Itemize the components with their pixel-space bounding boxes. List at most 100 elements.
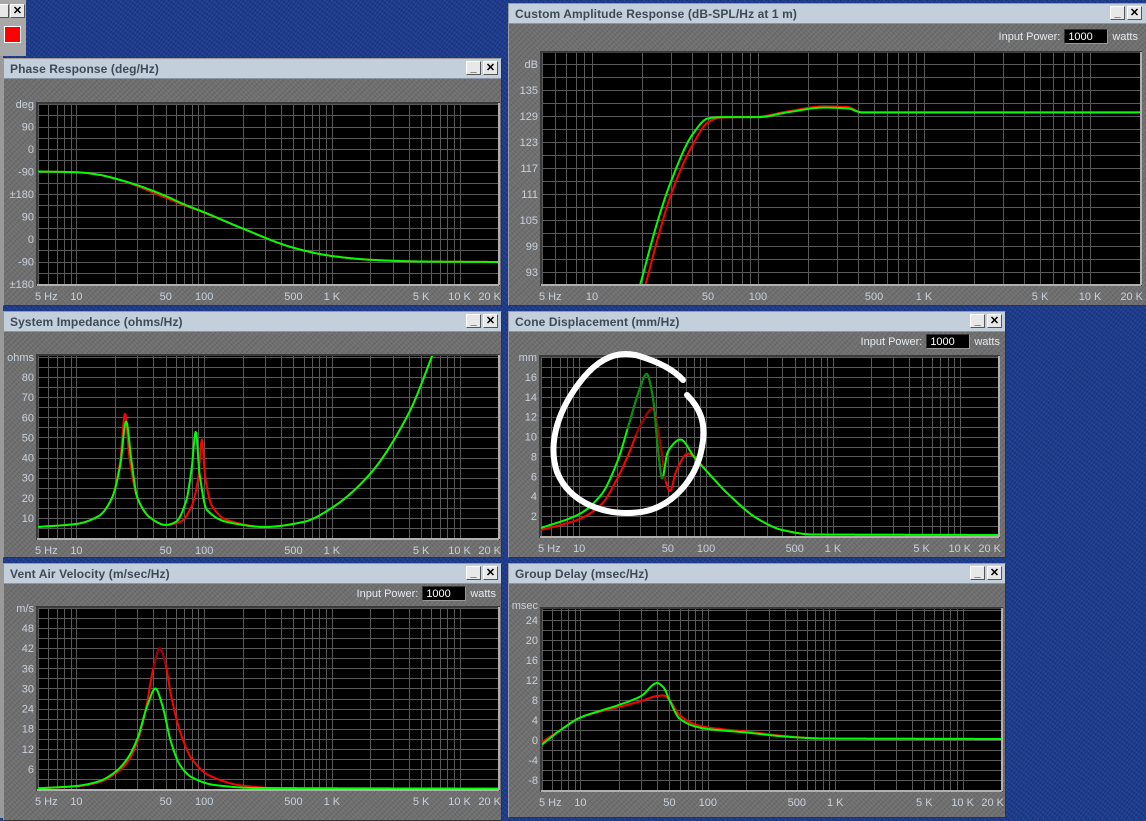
x-tick-label: 5 Hz bbox=[538, 543, 561, 555]
y-tick-label: 90 bbox=[22, 212, 34, 224]
x-tick-label: 100 bbox=[195, 291, 213, 303]
x-tick-label: 20 K bbox=[478, 291, 501, 303]
x-tick-label: 20 K bbox=[478, 545, 501, 557]
y-tick-label: -90 bbox=[18, 257, 34, 269]
y-tick-label: 105 bbox=[520, 215, 538, 227]
close-button[interactable]: ✕ bbox=[1127, 6, 1142, 20]
x-tick-label: 500 bbox=[788, 797, 806, 809]
y-tick-label: 30 bbox=[22, 473, 34, 485]
input-power-field[interactable]: 1000 bbox=[1064, 29, 1109, 44]
close-button[interactable]: ✕ bbox=[483, 566, 498, 580]
input-power-field[interactable]: 1000 bbox=[422, 586, 467, 601]
x-tick-label: 5 K bbox=[913, 543, 930, 555]
x-tick-label: 1 K bbox=[825, 543, 842, 555]
gd-window: Group Delay (msec/Hz) _ ✕ msec 24 20 16 12 8 4… bbox=[508, 563, 1006, 818]
x-tick-label: 100 bbox=[749, 291, 767, 303]
x-tick-label: 50 bbox=[662, 543, 674, 555]
input-power-unit: watts bbox=[974, 335, 1000, 348]
x-tick-label: 1 K bbox=[324, 291, 341, 303]
red-color-swatch[interactable] bbox=[4, 26, 21, 43]
x-tick-label: 5 Hz bbox=[35, 545, 58, 557]
input-power-label: Input Power: bbox=[356, 587, 419, 600]
y-tick-label: 24 bbox=[22, 704, 34, 716]
x-tick-label: 5 K bbox=[413, 796, 430, 808]
title-bar[interactable]: Phase Response (deg/Hz) _ ✕ bbox=[4, 59, 501, 79]
x-tick-label: 10 K bbox=[1079, 291, 1102, 303]
y-tick-label: 18 bbox=[22, 724, 34, 736]
close-button[interactable]: ✕ bbox=[987, 314, 1002, 328]
x-tick-label: 1 K bbox=[324, 545, 341, 557]
maximize-button[interactable] bbox=[0, 4, 9, 18]
x-tick-label: 1 K bbox=[324, 796, 341, 808]
amp-chart: dB 135 129 123 117 111 105 99 935 Hz 10 50 100 500 1 … bbox=[520, 51, 1144, 303]
amp-window: Custom Amplitude Response (dB-SPL/Hz at … bbox=[508, 3, 1146, 306]
x-tick-label: 1 K bbox=[827, 797, 844, 809]
x-tick-label: 20 K bbox=[981, 797, 1004, 809]
y-tick-label: dB bbox=[525, 59, 538, 71]
vent-chart: m/s 48 42 36 30 24 18 12 6 5 Hz 10 50 100 500 1 K 5 K 10… bbox=[16, 603, 501, 808]
plot-area bbox=[542, 609, 1001, 790]
y-tick-label: 12 bbox=[526, 675, 538, 687]
x-tick-label: 20 K bbox=[978, 543, 1001, 555]
x-tick-label: 10 K bbox=[448, 545, 471, 557]
y-tick-label: 40 bbox=[22, 453, 34, 465]
y-tick-label: 30 bbox=[22, 683, 34, 695]
title-bar[interactable]: Group Delay (msec/Hz) _ ✕ bbox=[509, 564, 1005, 584]
input-power-label: Input Power: bbox=[860, 335, 923, 348]
minimize-button[interactable]: _ bbox=[466, 566, 481, 580]
x-tick-label: 5 Hz bbox=[539, 291, 562, 303]
x-tick-label: 100 bbox=[195, 796, 213, 808]
x-tick-label: 5 K bbox=[413, 291, 430, 303]
y-tick-label: -4 bbox=[528, 755, 538, 767]
x-tick-label: 20 K bbox=[1120, 291, 1143, 303]
title-bar[interactable]: System Impedance (ohms/Hz) _ ✕ bbox=[4, 312, 501, 332]
x-tick-label: 500 bbox=[865, 291, 883, 303]
close-button[interactable]: ✕ bbox=[483, 314, 498, 328]
y-tick-label: 6 bbox=[28, 764, 34, 776]
title-bar[interactable]: Cone Displacement (mm/Hz) _ ✕ bbox=[509, 312, 1005, 332]
y-tick-label: 111 bbox=[521, 189, 538, 201]
close-button[interactable]: ✕ bbox=[483, 61, 498, 75]
input-power-field[interactable]: 1000 bbox=[926, 334, 971, 349]
minimize-button[interactable]: _ bbox=[970, 314, 985, 328]
y-tick-label: 50 bbox=[22, 432, 34, 444]
y-tick-label: ohms bbox=[7, 352, 34, 364]
x-tick-label: 10 bbox=[586, 291, 598, 303]
close-button[interactable]: ✕ bbox=[987, 566, 1002, 580]
y-tick-label: 117 bbox=[520, 163, 538, 175]
y-tick-label: 2 bbox=[531, 511, 537, 523]
x-tick-label: 10 K bbox=[948, 543, 971, 555]
plot-area bbox=[38, 608, 498, 789]
phase-window: Phase Response (deg/Hz) _ ✕ deg 90 0 -90 ±18… bbox=[3, 58, 502, 306]
x-tick-label: 5 Hz bbox=[539, 797, 562, 809]
y-tick-label: -90 bbox=[18, 167, 34, 179]
imp-window: System Impedance (ohms/Hz) _ ✕ ohms 80 70 6… bbox=[3, 311, 502, 558]
x-tick-label: 10 K bbox=[448, 796, 471, 808]
x-tick-label: 50 bbox=[702, 291, 714, 303]
x-tick-label: 10 bbox=[70, 796, 82, 808]
minimize-button[interactable]: _ bbox=[466, 314, 481, 328]
y-tick-label: 8 bbox=[531, 451, 537, 463]
x-tick-label: 50 bbox=[160, 291, 172, 303]
title-bar[interactable]: Vent Air Velocity (m/sec/Hz) _ ✕ bbox=[4, 564, 501, 584]
minimize-button[interactable]: _ bbox=[1110, 6, 1125, 20]
x-tick-label: 5 Hz bbox=[35, 796, 58, 808]
input-power-unit: watts bbox=[1112, 30, 1138, 43]
y-tick-label: 36 bbox=[22, 663, 34, 675]
imp-chart: ohms 80 70 60 50 40 30 20 10 5 Hz 10 50 100 500 1 K 5 K… bbox=[7, 352, 501, 557]
y-tick-label: 10 bbox=[22, 513, 34, 525]
x-tick-label: 5 K bbox=[916, 797, 933, 809]
minimize-button[interactable]: _ bbox=[970, 566, 985, 580]
input-power-control: Input Power: 1000 watts bbox=[999, 29, 1138, 44]
close-button[interactable]: ✕ bbox=[10, 4, 25, 18]
phase-chart: deg900-90±180900-90±1805 Hz 10 50 100 500 1 K… bbox=[10, 99, 501, 303]
x-tick-label: 10 K bbox=[951, 797, 974, 809]
y-tick-label: -8 bbox=[528, 775, 538, 787]
minimize-button[interactable]: _ bbox=[466, 61, 481, 75]
title-bar[interactable]: Custom Amplitude Response (dB-SPL/Hz at … bbox=[509, 4, 1146, 24]
x-tick-label: 500 bbox=[284, 545, 302, 557]
y-tick-label: 129 bbox=[520, 111, 538, 123]
x-tick-label: 50 bbox=[663, 797, 675, 809]
y-tick-label: 60 bbox=[22, 412, 34, 424]
y-tick-label: 70 bbox=[22, 392, 34, 404]
